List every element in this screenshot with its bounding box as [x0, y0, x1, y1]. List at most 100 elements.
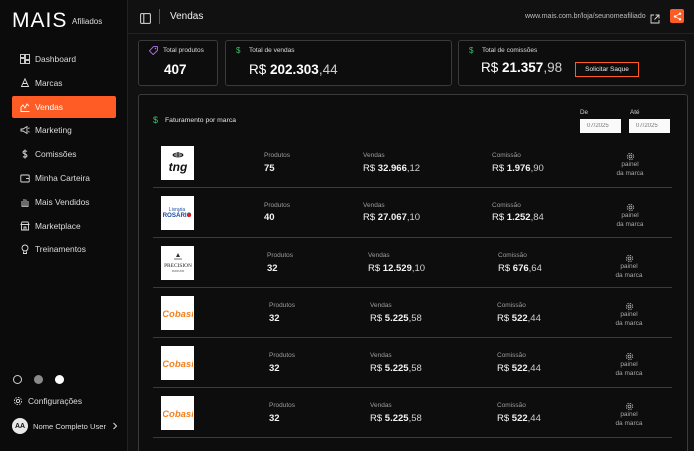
brand-logo-cobasi[interactable]: Cobasi: [161, 396, 194, 430]
brand-panel-link-line: da marca: [615, 272, 643, 279]
brand-logo-cobasi[interactable]: Cobasi: [161, 296, 194, 330]
brand-row: Cobasi Produtos 32 Vendas R$ 5.225,58 Co…: [153, 388, 672, 438]
svg-text:PARFUMS: PARFUMS: [171, 269, 184, 273]
to-date-input[interactable]: [629, 119, 670, 133]
brand-logo-tng[interactable]: tng: [161, 146, 194, 180]
sidebar-item-vendas[interactable]: Vendas: [12, 95, 116, 118]
hand-icon: [19, 196, 30, 207]
currency-prefix: R$: [497, 363, 512, 374]
currency-prefix: R$: [370, 313, 385, 324]
sidebar-item-minha-carteira[interactable]: Minha Carteira: [12, 167, 116, 189]
sales-label: Vendas: [370, 352, 392, 359]
value-decimal: ,44: [527, 363, 541, 374]
header-divider: [159, 9, 160, 24]
commission-value: R$ 1.252,84: [492, 212, 544, 223]
value-integer: 202.303: [270, 62, 319, 77]
total-commission-card: $ Total de comissões R$ 21.357,98 Solici…: [458, 40, 686, 86]
brand-panel-link-line: da marca: [616, 221, 644, 228]
value-integer: 5.225: [384, 313, 409, 324]
value-integer: 32.966: [377, 163, 407, 174]
sidebar-item-mais-vendidos[interactable]: Mais Vendidos: [12, 191, 116, 213]
currency-prefix: R$: [497, 313, 512, 324]
gear-icon[interactable]: [626, 199, 635, 212]
sidebar: MAIS Afiliados Dashboard Marcas Vendas M…: [0, 0, 128, 451]
sidebar-item-label: Vendas: [35, 101, 63, 112]
store-url[interactable]: www.mais.com.br/loja/seunomeafiliado: [525, 13, 646, 20]
sidebar-item-treinamentos[interactable]: Treinamentos: [12, 238, 116, 260]
carousel-dot[interactable]: [34, 375, 43, 384]
brand-logo-precision[interactable]: PRECISION PARFUMS: [161, 246, 194, 280]
commission-value: R$ 522,44: [497, 363, 541, 374]
currency-prefix: R$: [481, 60, 503, 75]
brand-panel-link[interactable]: painel da marca: [609, 310, 649, 328]
value-decimal: ,44: [527, 313, 541, 324]
sidebar-item-dashboard[interactable]: Dashboard: [12, 48, 116, 70]
gear-icon[interactable]: [625, 298, 634, 311]
sidebar-nav: Dashboard Marcas Vendas Marketing Comiss…: [12, 48, 116, 262]
value-integer: 27.067: [377, 212, 407, 223]
dashboard-icon: [19, 54, 30, 65]
gear-icon[interactable]: [626, 148, 635, 161]
dollar-icon: $: [153, 115, 159, 125]
sales-value: R$ 5.225,58: [370, 363, 422, 374]
value-decimal: ,90: [530, 163, 544, 174]
store-icon: [19, 220, 30, 231]
sales-label: Vendas: [363, 202, 385, 209]
sidebar-item-marcas[interactable]: Marcas: [12, 72, 116, 94]
currency-prefix: R$: [249, 62, 271, 77]
from-date-input[interactable]: [580, 119, 621, 133]
brand-row: Cobasi Produtos 32 Vendas R$ 5.225,58 Co…: [153, 338, 672, 388]
request-withdrawal-button[interactable]: Solicitar Saque: [575, 62, 639, 77]
gear-icon[interactable]: [625, 348, 634, 361]
value-integer: 21.357: [502, 60, 544, 75]
value-integer: 522: [511, 363, 528, 374]
sidebar-toggle-icon[interactable]: [140, 11, 151, 24]
gear-icon[interactable]: [625, 250, 634, 263]
top-header: Vendas www.mais.com.br/loja/seunomeafili…: [128, 0, 694, 34]
app-logo[interactable]: MAIS: [12, 9, 67, 33]
brand-panel-link[interactable]: painel da marca: [609, 262, 649, 280]
panel-title-text: Faturamento por marca: [165, 116, 237, 124]
brand-panel-link[interactable]: painel da marca: [610, 160, 650, 178]
gear-icon[interactable]: [625, 398, 634, 411]
carousel-dot-active[interactable]: [55, 375, 64, 384]
share-button[interactable]: [670, 9, 684, 23]
settings-link[interactable]: Configurações: [13, 396, 82, 406]
brand-panel-link[interactable]: painel da marca: [609, 360, 649, 378]
page-title: Vendas: [170, 11, 204, 22]
brand-logo-cobasi[interactable]: Cobasi: [161, 346, 194, 380]
card-value: 407: [164, 62, 187, 77]
brand-panel-link-line: painel: [620, 263, 638, 270]
sidebar-item-marketing[interactable]: Marketing: [12, 119, 116, 141]
sidebar-item-label: Minha Carteira: [35, 172, 90, 183]
gear-icon: [13, 396, 23, 406]
commission-label: Comissão: [498, 252, 527, 259]
products-value: 40: [264, 212, 275, 223]
value-decimal: ,98: [543, 60, 563, 75]
value-integer: 12.529: [382, 263, 412, 274]
external-link-icon[interactable]: [650, 11, 660, 24]
currency-prefix: R$: [368, 263, 383, 274]
total-products-card: Total produtos 407: [138, 40, 218, 86]
sales-value: R$ 5.225,58: [370, 313, 422, 324]
value-decimal: ,10: [411, 263, 426, 274]
brand-row: Livraria ROSÁRIO Produtos 40 Vendas R$ 27…: [153, 188, 672, 238]
products-label: Produtos: [269, 402, 296, 409]
currency-prefix: R$: [497, 413, 512, 424]
brand-panel-link[interactable]: painel da marca: [610, 211, 650, 229]
sales-value: R$ 27.067,10: [363, 212, 420, 223]
app-root: MAIS Afiliados Dashboard Marcas Vendas M…: [0, 0, 694, 451]
sidebar-item-comissoes[interactable]: Comissões: [12, 143, 116, 165]
carousel-dot[interactable]: [13, 375, 22, 384]
user-menu[interactable]: AA Nome Completo User: [12, 418, 118, 434]
currency-prefix: R$: [363, 163, 378, 174]
currency-prefix: R$: [363, 212, 378, 223]
products-label: Produtos: [269, 352, 296, 359]
sidebar-item-marketplace[interactable]: Marketplace: [12, 215, 116, 237]
share-icon: [673, 12, 682, 21]
brand-panel-link[interactable]: painel da marca: [609, 410, 649, 428]
brand-logo-rosario[interactable]: Livraria ROSÁRIO: [161, 196, 194, 230]
card-label: Total produtos: [163, 47, 204, 54]
brand-row: Cobasi Produtos 32 Vendas R$ 5.225,58 Co…: [153, 288, 672, 338]
products-value: 32: [269, 413, 280, 424]
